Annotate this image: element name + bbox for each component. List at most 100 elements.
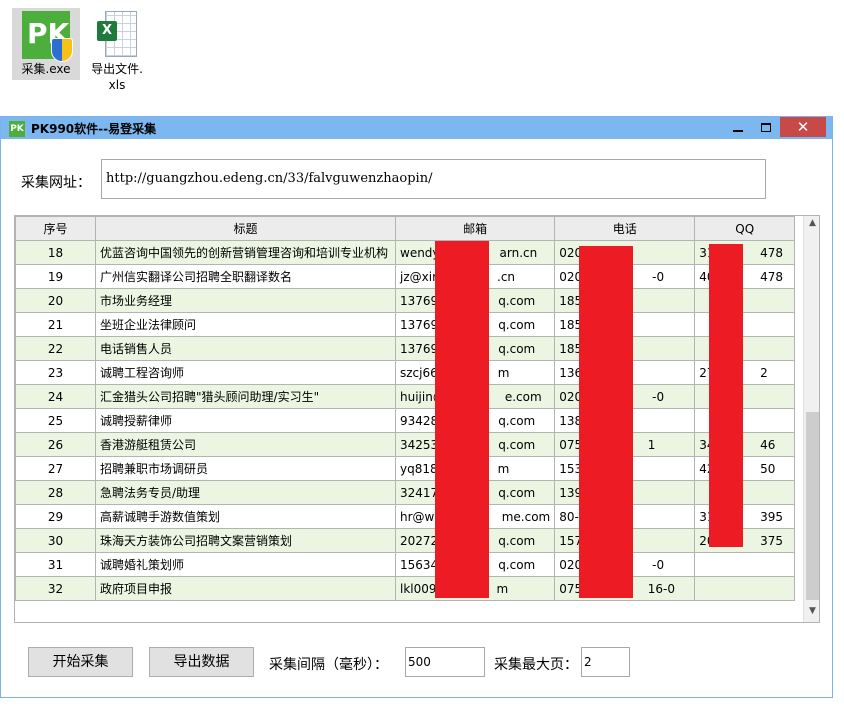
results-table: 序号 标题 邮箱 电话 QQ 18 优蓝咨询中国领先的创新营销管理咨询和培训专业机… [15,216,796,601]
col-header-title[interactable]: 标题 [95,216,396,241]
table-row[interactable]: 23诚聘工程咨询师szcj66m13632752 [15,360,796,385]
interval-input[interactable]: 500 [405,647,485,677]
maximize-button[interactable] [752,117,780,137]
table-row[interactable]: 28 急聘法务专员/助理 32417 q.com 1392 [15,480,796,505]
cell-email-text: 93428 [400,413,439,428]
desktop-icon-label: 采集.exe [21,62,71,76]
cell-phone-text-tail: -0 [652,269,665,284]
max-page-input[interactable]: 2 [581,647,630,677]
cell-phone-text-tail: -0 [652,389,665,404]
cell-email-text-tail: q.com [498,317,536,332]
cell-title-text: 政府项目申报 [100,582,173,596]
cell-index-text: 18 [47,245,64,260]
cell-index: 20 [15,288,96,313]
minimize-button[interactable] [724,117,752,137]
url-label: 采集网址： [21,175,91,191]
table-row[interactable]: 19广州信实翻译公司招聘全职翻译数名jz@xir.cn020-3-0400478 [15,264,796,289]
cell-index-text: 26 [47,437,64,452]
scroll-up-icon[interactable]: ▲ [804,218,819,232]
cell-phone-text-tail: 1 [647,437,656,452]
window-title: PK990软件--易登采集 [31,122,157,136]
cell-qq [694,576,796,601]
cell-title: 招聘兼职市场调研员 [95,456,396,481]
cell-email-text: 32417 [400,485,439,500]
cell-title-text: 诚聘授薪律师 [100,414,173,428]
cell-title: 优蓝咨询中国领先的创新营销管理咨询和培训专业机构 [95,240,396,265]
cell-title: 政府项目申报 [95,576,396,601]
cell-index: 23 [15,360,96,385]
col-header-email[interactable]: 邮箱 [394,216,556,241]
url-input[interactable]: http://guangzhou.edeng.cn/33/falvguwenzh… [101,159,766,199]
cell-email-text: lkl009 [400,581,437,596]
cell-index: 28 [15,480,96,505]
cell-index: 19 [15,264,96,289]
cell-email-text-tail: q.com [498,557,536,572]
cell-index-text: 29 [47,509,64,524]
cell-email-text-tail: q.com [498,293,536,308]
cell-email-text-tail: arn.cn [499,245,538,260]
cell-title: 汇金猎头公司招聘"猎头顾问助理/实习生" [95,384,396,409]
cell-email-text-tail: q.com [498,341,536,356]
cell-email-text: yq818 [400,461,438,476]
cell-title-text: 高薪诚聘手游数值策划 [100,510,221,524]
cell-index-text: 25 [47,413,64,428]
desktop-icon-exe[interactable]: PK 采集.exe [12,8,80,80]
title-bar[interactable]: PK PK990软件--易登采集 ✕ [1,117,832,139]
cell-index-text: 20 [47,293,64,308]
cell-title: 急聘法务专员/助理 [95,480,396,505]
redaction-phone [579,246,633,598]
table-row[interactable]: 26香港游艇租赁公司34253q.com0755134246 [15,432,796,457]
table-row[interactable]: 22 电话销售人员 13769 q.com 1850 [15,336,796,361]
cell-title: 诚聘授薪律师 [95,408,396,433]
header-row: 序号 标题 邮箱 电话 QQ [15,216,796,241]
cell-title-text: 招聘兼职市场调研员 [100,462,209,476]
cell-index: 26 [15,432,96,457]
redaction-email [435,241,489,598]
cell-index-text: 23 [47,365,64,380]
table-row[interactable]: 18 优蓝咨询中国领先的创新营销管理咨询和培训专业机构 wendy arn.cn 020… [15,240,796,265]
cell-title-text: 市场业务经理 [100,294,173,308]
scrollbar-thumb[interactable] [806,412,819,600]
cell-qq-text-tail: 478 [760,245,784,260]
scroll-down-icon[interactable]: ▼ [804,606,819,620]
cell-email-text: 13769 [400,293,439,308]
close-button[interactable]: ✕ [780,117,826,137]
desktop-icon-xls[interactable]: X 导出文件. xls [86,8,148,93]
cell-qq-text-tail: 395 [760,509,784,524]
col-header-phone[interactable]: 电话 [554,216,696,241]
interval-label: 采集间隔（毫秒）： [269,657,388,673]
results-grid[interactable]: 序号 标题 邮箱 电话 QQ 18 优蓝咨询中国领先的创新营销管理咨询和培训专业机… [14,215,820,623]
cell-index: 32 [15,576,96,601]
table-row[interactable]: 24 汇金猎头公司招聘"猎头顾问助理/实习生" huijin@ e.com 020-6-… [15,384,796,409]
cell-title: 广州信实翻译公司招聘全职翻译数名 [95,264,396,289]
cell-email-text-tail: .cn [497,269,516,284]
table-row[interactable]: 29高薪诚聘手游数值策划hr@wame.com80-02313395 [15,504,796,529]
cell-qq-text-tail: 2 [760,365,768,380]
cell-title-text: 诚聘婚礼策划师 [100,558,185,572]
cell-index-text: 21 [47,317,64,332]
cell-title-text: 坐班企业法律顾问 [100,318,197,332]
vertical-scrollbar[interactable]: ▲ ▼ [803,216,819,622]
cell-qq [694,552,796,577]
col-header-index[interactable]: 序号 [15,216,96,241]
start-collect-button[interactable]: 开始采集 [28,647,133,677]
cell-title: 高薪诚聘手游数值策划 [95,504,396,529]
table-row[interactable]: 27招聘兼职市场调研员yq818m153542250 [15,456,796,481]
cell-title: 诚聘婚礼策划师 [95,552,396,577]
cell-email-text: 13769 [400,317,439,332]
table-row[interactable]: 21 坐班企业法律顾问 13769 q.com 1850 [15,312,796,337]
table-row[interactable]: 20 市场业务经理 13769 q.com 1850 [15,288,796,313]
cell-qq-text-tail: 478 [760,269,784,284]
cell-title: 市场业务经理 [95,288,396,313]
minimize-icon [733,129,743,132]
export-data-button[interactable]: 导出数据 [149,647,254,677]
table-row[interactable]: 25 诚聘授薪律师 93428 q.com 1382 [15,408,796,433]
cell-title: 诚聘工程咨询师 [95,360,396,385]
cell-email-text: 34253 [400,437,439,452]
table-row[interactable]: 30珠海天方装饰公司招聘文案营销策划20272q.com1576202375 [15,528,796,553]
maximize-icon [761,123,771,132]
col-header-qq[interactable]: QQ [694,216,796,241]
table-row[interactable]: 32 政府项目申报 lkl009 m 0755 16-0 [15,576,796,601]
table-row[interactable]: 31 诚聘婚礼策划师 15634 q.com 020-2 -0 [15,552,796,577]
cell-index-text: 24 [47,389,64,404]
